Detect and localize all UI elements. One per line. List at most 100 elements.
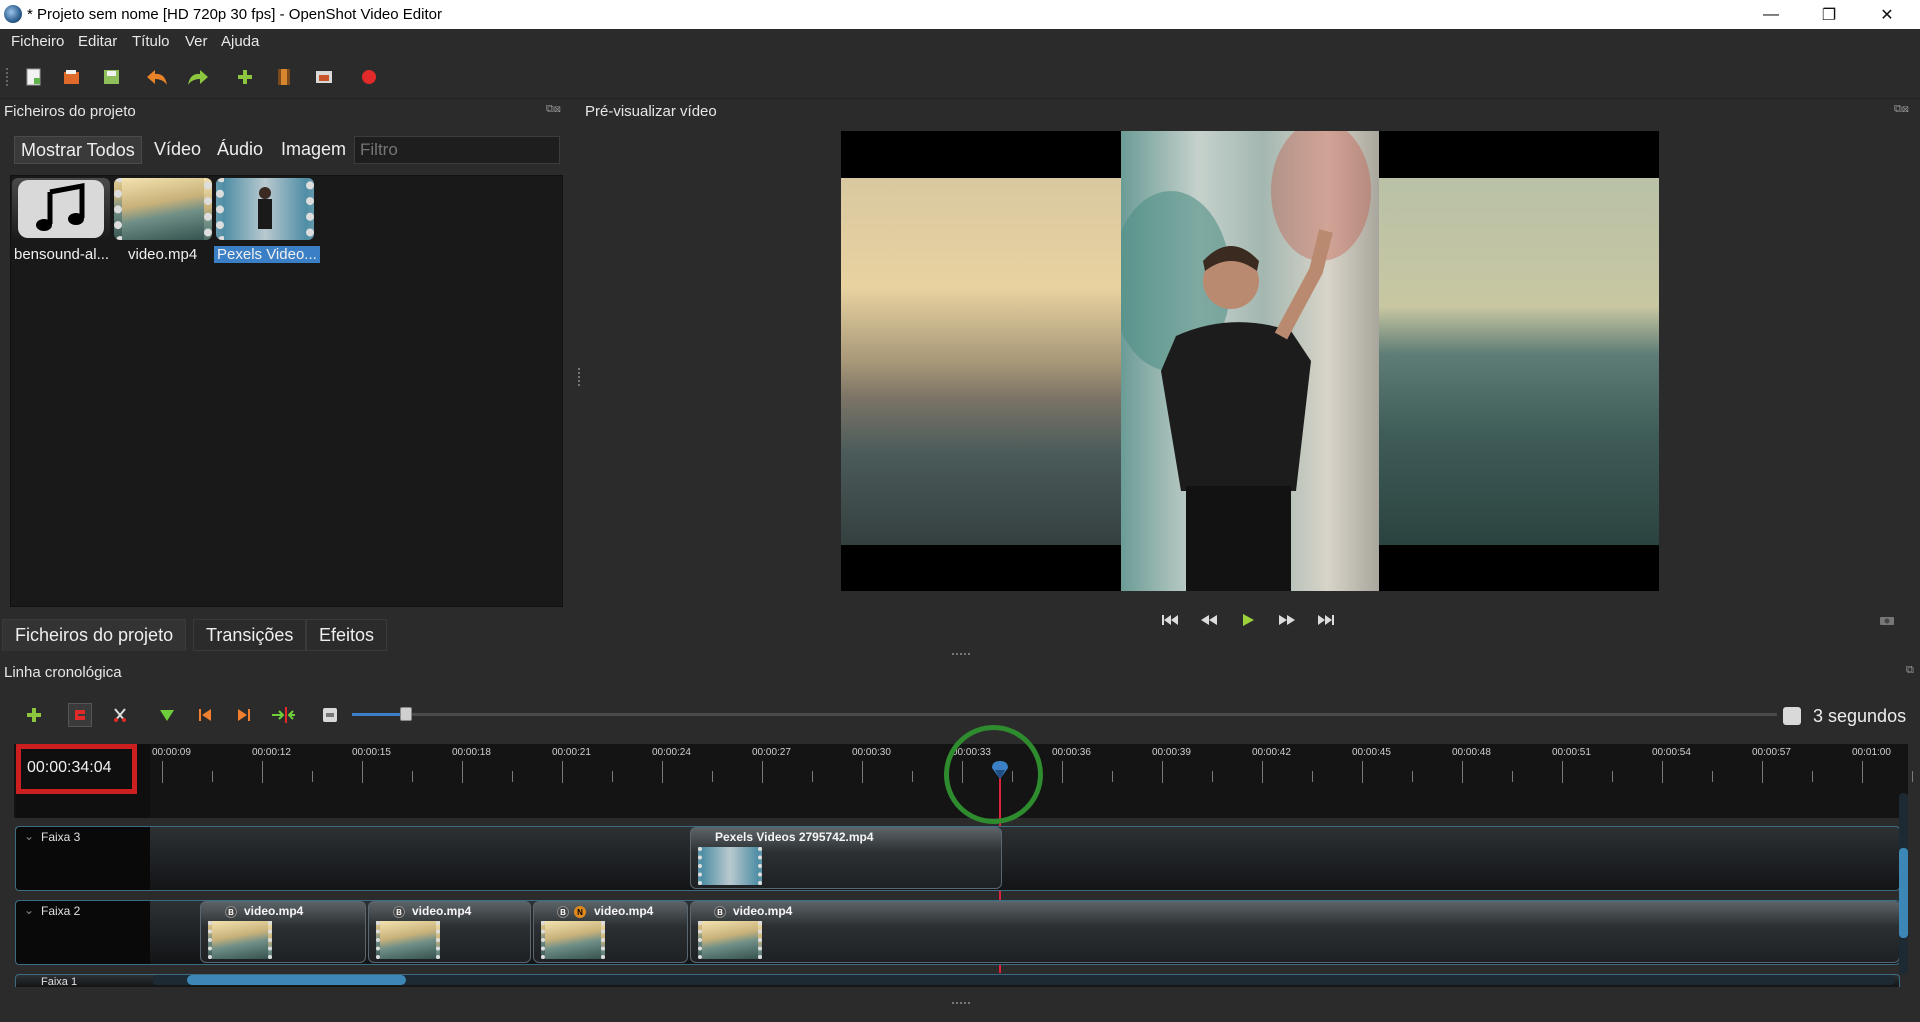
new-project-icon[interactable] bbox=[22, 65, 46, 89]
fast-forward-icon[interactable] bbox=[1275, 611, 1299, 629]
ruler-label: 00:00:09 bbox=[152, 747, 191, 758]
ruler-minor-tick bbox=[712, 771, 713, 782]
undo-icon[interactable] bbox=[145, 65, 169, 89]
menu-titulo[interactable]: Título bbox=[132, 33, 170, 50]
track-collapse-icon[interactable]: ⌄ bbox=[24, 829, 34, 843]
timeline-vertical-scroll-thumb[interactable] bbox=[1899, 848, 1908, 938]
ruler-label: 00:00:45 bbox=[1352, 747, 1391, 758]
timeline-horizontal-scrollbar[interactable] bbox=[152, 975, 1895, 985]
ruler-minor-tick bbox=[612, 771, 613, 782]
track-header-faixa-2[interactable] bbox=[16, 901, 150, 964]
export-video-icon[interactable] bbox=[357, 65, 381, 89]
ruler-label: 00:00:24 bbox=[652, 747, 691, 758]
menu-ajuda[interactable]: Ajuda bbox=[221, 33, 259, 50]
ruler-minor-tick bbox=[1412, 771, 1413, 782]
tab-project-files[interactable]: Ficheiros do projeto bbox=[2, 619, 187, 651]
clip-video-4[interactable] bbox=[690, 901, 1900, 963]
minimize-button[interactable]: — bbox=[1742, 0, 1800, 29]
preview-right-sea-image bbox=[1379, 178, 1659, 545]
track-name-faixa-3: Faixa 3 bbox=[41, 830, 81, 844]
person-figure-icon bbox=[1111, 131, 1371, 591]
import-files-icon[interactable] bbox=[233, 65, 257, 89]
maximize-button[interactable]: ❐ bbox=[1800, 0, 1858, 29]
zoom-slider-handle[interactable] bbox=[400, 707, 412, 721]
ruler-major-tick bbox=[162, 761, 163, 783]
next-marker-icon[interactable] bbox=[232, 703, 256, 727]
open-project-icon[interactable] bbox=[60, 65, 84, 89]
timeline-title: Linha cronológica bbox=[4, 664, 122, 681]
track-collapse-icon[interactable]: ⌄ bbox=[24, 903, 34, 917]
menu-ficheiro[interactable]: Ficheiro bbox=[11, 33, 64, 50]
filter-audio[interactable]: Áudio bbox=[211, 136, 269, 164]
ruler-major-tick bbox=[662, 761, 663, 783]
ruler-major-tick bbox=[1862, 761, 1863, 783]
ruler-major-tick bbox=[1362, 761, 1363, 783]
window-title: * Projeto sem nome [HD 720p 30 fps] - Op… bbox=[27, 6, 442, 23]
ruler-major-tick bbox=[362, 761, 363, 783]
tab-transitions[interactable]: Transições bbox=[193, 619, 307, 651]
filter-image[interactable]: Imagem bbox=[275, 136, 352, 164]
playhead-highlight-circle bbox=[944, 725, 1043, 824]
fullscreen-icon[interactable] bbox=[312, 65, 336, 89]
timescale-icon bbox=[1783, 707, 1801, 725]
clip-tag-n: N bbox=[574, 906, 586, 918]
previous-marker-icon[interactable] bbox=[193, 703, 217, 727]
ruler-minor-tick bbox=[1712, 771, 1713, 782]
razor-icon[interactable] bbox=[108, 703, 132, 727]
close-button[interactable]: ✕ bbox=[1858, 0, 1916, 29]
clip-tag-b: B bbox=[393, 906, 405, 918]
filter-show-all[interactable]: Mostrar Todos bbox=[14, 136, 142, 164]
rewind-icon[interactable] bbox=[1197, 611, 1221, 629]
timeline-dock-buttons[interactable]: ⧉ bbox=[1906, 664, 1914, 677]
zoom-fit-icon[interactable] bbox=[318, 703, 342, 727]
timeline-scale-label: 3 segundos bbox=[1813, 706, 1907, 726]
file-thumb-video[interactable] bbox=[114, 178, 212, 240]
filter-video[interactable]: Vídeo bbox=[148, 136, 207, 164]
menu-editar[interactable]: Editar bbox=[78, 33, 117, 50]
jump-start-icon[interactable] bbox=[1158, 611, 1182, 629]
ruler-major-tick bbox=[1062, 761, 1063, 783]
horizontal-splitter-bottom[interactable] bbox=[952, 1002, 970, 1004]
ruler-label: 00:00:12 bbox=[252, 747, 291, 758]
project-files-dock-buttons[interactable]: ⧉⊠ bbox=[546, 103, 561, 116]
timeline-horizontal-scroll-thumb[interactable] bbox=[187, 975, 406, 985]
zoom-slider-track[interactable] bbox=[402, 713, 1777, 716]
profile-icon[interactable] bbox=[272, 65, 296, 89]
music-note-icon bbox=[18, 180, 104, 238]
ruler-major-tick bbox=[262, 761, 263, 783]
add-marker-icon[interactable] bbox=[155, 703, 179, 727]
ruler-minor-tick bbox=[1912, 771, 1913, 782]
jump-end-icon[interactable] bbox=[1314, 611, 1338, 629]
panel-splitter[interactable] bbox=[578, 368, 580, 386]
center-playhead-icon[interactable] bbox=[271, 703, 295, 727]
ruler-label: 00:00:39 bbox=[1152, 747, 1191, 758]
save-project-icon[interactable] bbox=[100, 65, 124, 89]
filter-input[interactable] bbox=[354, 136, 560, 164]
track-header-faixa-3[interactable] bbox=[16, 827, 150, 890]
play-icon[interactable] bbox=[1236, 611, 1260, 629]
preview-dock-buttons[interactable]: ⧉⊠ bbox=[1894, 103, 1909, 116]
current-time-display: 00:00:34:04 bbox=[27, 759, 112, 776]
ruler-minor-tick bbox=[512, 771, 513, 782]
file-label-video: video.mp4 bbox=[128, 246, 198, 263]
add-track-icon[interactable] bbox=[22, 703, 46, 727]
ruler-major-tick bbox=[762, 761, 763, 783]
ruler-label: 00:00:51 bbox=[1552, 747, 1591, 758]
tab-effects[interactable]: Efeitos bbox=[306, 619, 388, 651]
track-name-faixa-2: Faixa 2 bbox=[41, 904, 81, 918]
ruler-label: 00:00:36 bbox=[1052, 747, 1091, 758]
video-preview[interactable] bbox=[841, 131, 1659, 591]
ruler-label: 00:01:00 bbox=[1852, 747, 1891, 758]
camera-snapshot-icon[interactable] bbox=[1875, 611, 1899, 629]
clip-name-video-2: video.mp4 bbox=[412, 904, 472, 918]
clip-thumbnail-video-3 bbox=[541, 921, 605, 959]
ruler-label: 00:00:27 bbox=[752, 747, 791, 758]
ruler-label: 00:00:57 bbox=[1752, 747, 1791, 758]
menu-ver[interactable]: Ver bbox=[185, 33, 208, 50]
file-thumb-pexels[interactable] bbox=[216, 178, 314, 240]
file-thumb-audio[interactable] bbox=[12, 178, 110, 240]
ruler-major-tick bbox=[862, 761, 863, 783]
horizontal-splitter-top[interactable] bbox=[952, 653, 970, 655]
snap-magnet-icon[interactable] bbox=[68, 703, 92, 727]
redo-icon[interactable] bbox=[186, 65, 210, 89]
